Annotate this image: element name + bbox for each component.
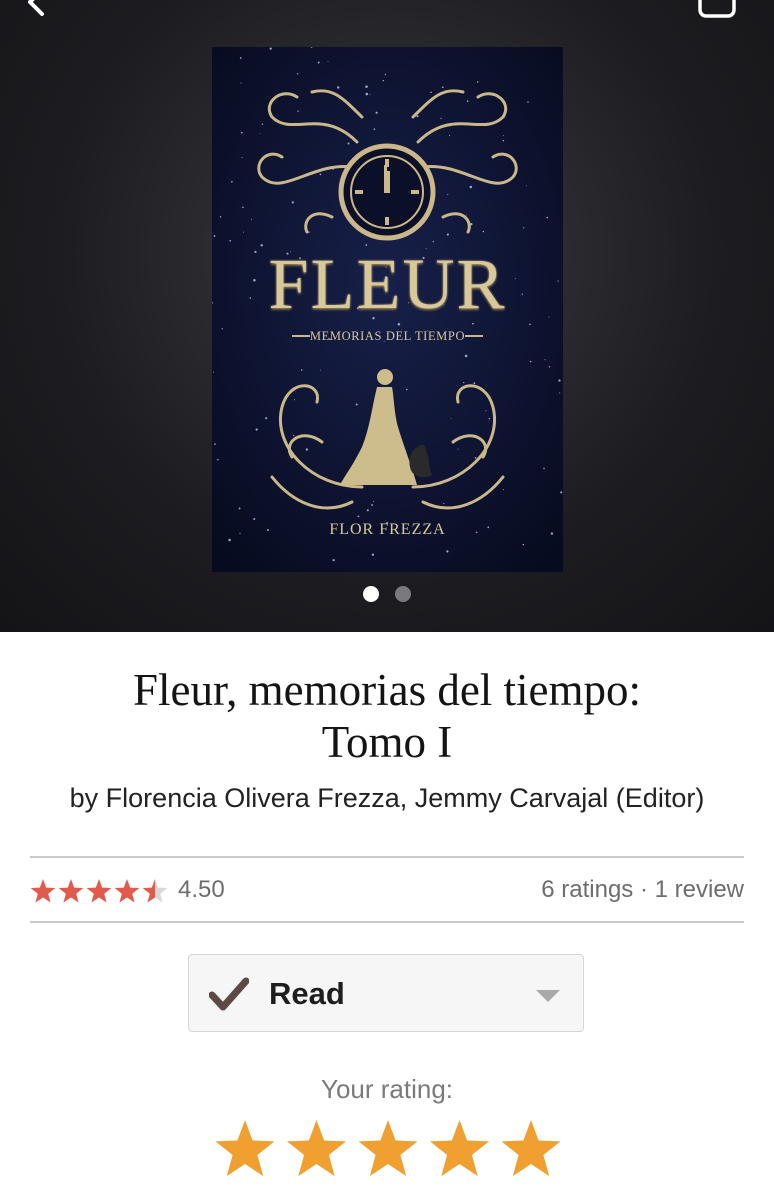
cover-title: FLEUR — [268, 244, 507, 324]
divider — [30, 921, 744, 923]
carousel-page-indicator[interactable] — [0, 586, 774, 602]
average-rating-stars — [30, 879, 168, 903]
average-rating: 4.50 — [178, 876, 225, 903]
book-cover-carousel[interactable]: FLEUR MEMORIAS DEL TIEMPO FLOR FREZZA — [0, 0, 774, 632]
shelf-status-label: Read — [269, 976, 345, 1011]
star-icon — [30, 879, 56, 903]
cover-author: FLOR FREZZA — [329, 521, 446, 538]
caret-down-icon[interactable] — [535, 989, 561, 1003]
book-authors[interactable]: by Florencia Olivera Frezza, Jemmy Carva… — [20, 783, 754, 814]
star-icon — [58, 879, 84, 903]
rating-star-2-icon[interactable] — [287, 1120, 346, 1177]
book-title-line-2: Tomo I — [321, 717, 453, 767]
checkmark-icon — [209, 977, 249, 1011]
divider — [30, 856, 744, 858]
star-icon — [142, 879, 168, 903]
book-title-line-1: Fleur, memorias del tiempo: — [132, 665, 642, 715]
rating-star-5-icon[interactable] — [501, 1120, 561, 1177]
bookmark-icon[interactable] — [692, 0, 740, 18]
cover-subtitle: MEMORIAS DEL TIEMPO — [309, 329, 466, 343]
ratings-reviews-count[interactable]: 6 ratings · 1 review — [541, 876, 744, 904]
star-icon — [86, 879, 112, 903]
your-rating-label: Your rating: — [320, 1074, 454, 1104]
rating-star-1-icon[interactable] — [215, 1120, 275, 1177]
your-rating-stars[interactable] — [213, 1117, 563, 1182]
shelf-status-button[interactable]: Read — [188, 954, 584, 1032]
star-icon — [114, 879, 140, 903]
back-chevron-icon[interactable] — [10, 0, 50, 18]
book-title: Fleur, memorias del tiempo: Tomo I — [30, 664, 744, 768]
rating-star-4-icon[interactable] — [430, 1120, 489, 1177]
rating-star-3-icon[interactable] — [358, 1120, 418, 1177]
page-dot[interactable] — [395, 586, 411, 602]
book-cover-image[interactable]: FLEUR MEMORIAS DEL TIEMPO FLOR FREZZA — [212, 47, 563, 572]
page-dot-active[interactable] — [363, 586, 379, 602]
